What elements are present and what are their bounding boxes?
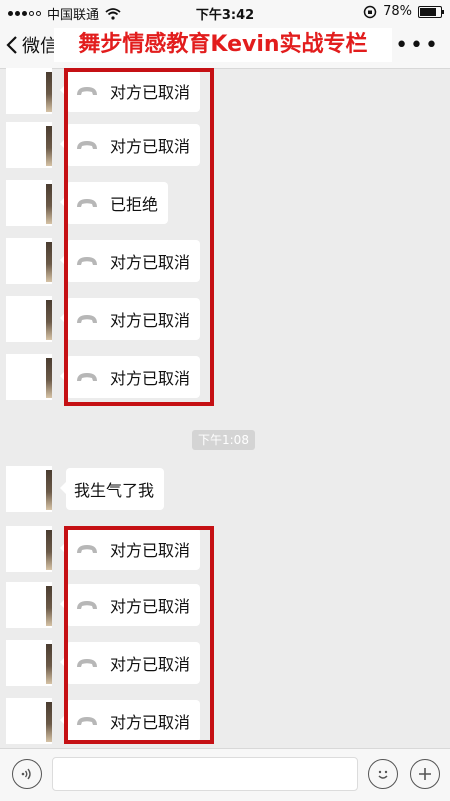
call-record-bubble[interactable]: 对方已取消: [59, 700, 201, 742]
call-record-bubble[interactable]: 对方已取消: [59, 124, 201, 166]
message-row: 对方已取消: [0, 640, 450, 690]
battery-icon: [418, 5, 444, 18]
more-button[interactable]: •••: [395, 33, 440, 58]
avatar[interactable]: [6, 68, 52, 114]
message-row: 对方已取消: [0, 698, 450, 748]
back-button[interactable]: 微信: [6, 32, 58, 58]
voice-button[interactable]: [12, 759, 42, 789]
message-row: 对方已取消: [0, 238, 450, 288]
call-record-bubble[interactable]: 已拒绝: [59, 182, 169, 224]
smiley-icon: [378, 770, 388, 779]
avatar[interactable]: [6, 698, 52, 744]
back-label: 微信: [22, 36, 58, 57]
phone-hangup-icon: [74, 137, 100, 153]
avatar[interactable]: [6, 466, 52, 512]
avatar[interactable]: [6, 296, 52, 342]
message-text: 已拒绝: [110, 195, 159, 214]
message-row: 我生气了我: [0, 466, 450, 516]
chevron-left-icon: [6, 36, 17, 54]
voice-icon: [21, 768, 31, 780]
avatar[interactable]: [6, 122, 52, 168]
phone-hangup-icon: [74, 311, 100, 327]
plus-icon: [419, 768, 431, 780]
timestamp-separator: 下午1:08: [192, 430, 255, 450]
message-text: 对方已取消: [110, 83, 191, 102]
chat-area: 对方已取消 对方已取消 已拒绝 对方已取消 对方已取消 对方已取消 下午1:08 我生气了我对…: [0, 68, 450, 748]
call-record-bubble[interactable]: 对方已取消: [59, 356, 201, 398]
message-text: 对方已取消: [110, 597, 191, 616]
avatar[interactable]: [6, 582, 52, 628]
message-text: 对方已取消: [110, 655, 191, 674]
text-message-bubble[interactable]: 我生气了我: [59, 468, 165, 510]
message-row: 对方已取消: [0, 582, 450, 632]
plus-button[interactable]: [410, 759, 440, 789]
avatar[interactable]: [6, 526, 52, 572]
phone-hangup-icon: [74, 195, 100, 211]
call-record-bubble[interactable]: 对方已取消: [59, 528, 201, 570]
phone-hangup-icon: [74, 655, 100, 671]
message-text: 对方已取消: [110, 541, 191, 560]
watermark-banner: 舞步情感教育Kevin实战专栏: [54, 28, 392, 62]
phone-hangup-icon: [74, 541, 100, 557]
call-record-bubble[interactable]: 对方已取消: [59, 584, 201, 626]
phone-hangup-icon: [74, 253, 100, 269]
message-row: 对方已取消: [0, 68, 450, 118]
phone-hangup-icon: [74, 369, 100, 385]
message-row: 对方已取消: [0, 354, 450, 404]
avatar[interactable]: [6, 640, 52, 686]
message-text: 对方已取消: [110, 137, 191, 156]
call-record-bubble[interactable]: 对方已取消: [59, 70, 201, 112]
message-row: 对方已取消: [0, 122, 450, 172]
emoji-button[interactable]: [368, 759, 398, 789]
call-record-bubble[interactable]: 对方已取消: [59, 298, 201, 340]
battery-percent: 78%: [383, 4, 412, 19]
message-row: 已拒绝: [0, 180, 450, 230]
message-text: 我生气了我: [74, 481, 155, 500]
nav-bar: 微信 舞步情感教育Kevin实战专栏 •••: [0, 24, 450, 69]
avatar[interactable]: [6, 354, 52, 400]
phone-hangup-icon: [74, 713, 100, 729]
message-input[interactable]: [52, 757, 358, 791]
input-bar: [0, 748, 450, 801]
avatar[interactable]: [6, 238, 52, 284]
message-text: 对方已取消: [110, 311, 191, 330]
message-row: 对方已取消: [0, 526, 450, 576]
message-text: 对方已取消: [110, 713, 191, 732]
message-text: 对方已取消: [110, 369, 191, 388]
phone-hangup-icon: [74, 597, 100, 613]
status-bar: 中国联通 下午3:42 78%: [0, 0, 450, 24]
call-record-bubble[interactable]: 对方已取消: [59, 240, 201, 282]
call-record-bubble[interactable]: 对方已取消: [59, 642, 201, 684]
orientation-lock-icon: [363, 5, 377, 18]
avatar[interactable]: [6, 180, 52, 226]
phone-hangup-icon: [74, 83, 100, 99]
message-text: 对方已取消: [110, 253, 191, 272]
message-row: 对方已取消: [0, 296, 450, 346]
